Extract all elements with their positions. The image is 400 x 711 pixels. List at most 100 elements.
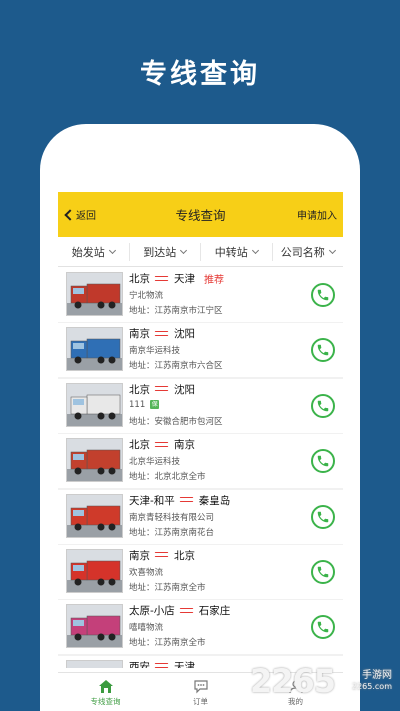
destination-city: 南京 [174, 439, 195, 452]
bidirectional-arrow-icon [154, 275, 170, 283]
origin-city: 南京 [129, 549, 150, 562]
company-name: 宁北物流 [129, 289, 163, 301]
call-button[interactable] [311, 504, 335, 529]
company-name: 嘻嘻物流 [129, 621, 163, 633]
route-text: 南京 北京 [129, 548, 195, 563]
route-list-item[interactable]: 南京 沈阳 南京华运科技 地址：江苏南京市六合区 [58, 323, 343, 378]
back-button[interactable]: 返回 [62, 207, 96, 222]
route-text: 太原-小店 石家庄 [129, 603, 230, 618]
tab-route-search[interactable]: 专线查询 [58, 673, 153, 711]
route-list-item[interactable]: 太原-小店 石家庄 嘻嘻物流 地址：江苏南京全市 [58, 600, 343, 655]
company-name: 北京华运科技 [129, 455, 180, 467]
bidirectional-arrow-icon [179, 496, 195, 504]
bidirectional-arrow-icon [154, 385, 170, 393]
watermark-number: 2265 [250, 662, 336, 700]
tab-orders[interactable]: 订单 [153, 673, 248, 711]
truck-thumbnail [66, 659, 123, 668]
route-list-item[interactable]: 北京 南京 北京华运科技 地址：北京北京全市 [58, 434, 343, 489]
filter-label: 公司名称 [280, 245, 325, 259]
route-list-item[interactable]: 天津-和平 秦皇岛 南京青轻科技有限公司 地址：江苏南京南花台 [58, 489, 343, 544]
truck-thumbnail [66, 327, 123, 372]
route-text: 西安 天津 [129, 659, 195, 668]
filter-destination[interactable]: 到达站 [130, 242, 201, 261]
address-text: 地址：江苏南京全市 [129, 582, 206, 593]
filter-label: 到达站 [143, 245, 177, 259]
tab-label: 专线查询 [90, 696, 121, 706]
route-text: 北京 沈阳 [129, 382, 195, 397]
bidirectional-arrow-icon [154, 441, 170, 449]
address-text: 地址：江苏南京市六合区 [129, 361, 223, 372]
phone-icon [317, 345, 329, 356]
truck-thumbnail [66, 493, 123, 538]
chevron-down-icon [180, 246, 188, 254]
apply-join-button[interactable]: 申请加入 [297, 207, 337, 222]
truck-image-icon [67, 660, 122, 668]
filter-company[interactable]: 公司名称 [273, 243, 344, 261]
address-text: 地址：安徽合肥市包河区 [129, 416, 223, 427]
truck-thumbnail [66, 272, 123, 316]
watermark-url: 2265.com [352, 682, 392, 691]
route-list-item[interactable]: 南京 北京 欢喜物流 地址：江苏南京全市 [58, 544, 343, 599]
tab-label: 订单 [193, 696, 208, 706]
filter-origin[interactable]: 始发站 [58, 242, 130, 261]
route-text: 南京 沈阳 [129, 326, 195, 341]
destination-city: 秦皇岛 [198, 494, 231, 507]
phone-icon [317, 622, 329, 633]
call-button[interactable] [311, 559, 335, 584]
filter-label: 始发站 [71, 245, 105, 259]
destination-city: 天津 [174, 660, 195, 668]
route-list[interactable]: 北京 天津 推荐 宁北物流 地址：江苏南京市江宁区 南京 沈阳 南京华运科技 地… [58, 268, 343, 668]
filter-transfer[interactable]: 中转站 [201, 242, 273, 261]
call-button[interactable] [311, 615, 335, 640]
phone-icon [317, 566, 329, 578]
call-button[interactable] [311, 283, 335, 307]
company-label: 北京华运科技 [129, 457, 181, 468]
truck-image-icon [67, 439, 122, 482]
watermark-logo: 2265 手游网 2265.com [250, 662, 400, 706]
chevron-left-icon [64, 208, 76, 221]
filter-label: 中转站 [214, 245, 248, 259]
call-button[interactable] [311, 393, 335, 418]
bidirectional-arrow-icon [179, 607, 195, 615]
origin-city: 北京 [129, 383, 150, 396]
call-button[interactable] [311, 449, 335, 474]
phone-icon [317, 455, 329, 467]
truck-image-icon [67, 605, 122, 648]
destination-city: 北京 [174, 549, 195, 562]
bidirectional-arrow-icon [154, 662, 170, 668]
address-text: 地址：江苏南京南花台 [129, 527, 215, 538]
filter-bar: 始发站 到达站 中转站 公司名称 [58, 237, 343, 267]
call-button[interactable] [311, 338, 335, 363]
company-name: 南京青轻科技有限公司 [129, 511, 214, 523]
route-list-item[interactable]: 北京 沈阳 111 保 地址：安徽合肥市包河区 [58, 378, 343, 433]
verified-badge: 保 [150, 400, 160, 410]
destination-city: 沈阳 [174, 328, 195, 341]
destination-city: 石家庄 [198, 605, 231, 618]
company-label: 欢喜物流 [129, 567, 164, 578]
address-text: 地址：北京北京全市 [129, 472, 206, 483]
phone-icon [317, 400, 329, 412]
origin-city: 北京 [129, 273, 150, 285]
bidirectional-arrow-icon [154, 330, 170, 338]
route-text: 北京 南京 [129, 437, 195, 452]
truck-thumbnail [66, 438, 123, 483]
company-name: 111 保 [129, 400, 160, 410]
truck-image-icon [67, 494, 122, 537]
chevron-down-icon [108, 246, 116, 254]
chevron-down-icon [328, 246, 336, 254]
nav-bar: 返回 专线查询 申请加入 [58, 192, 343, 237]
watermark-site: 手游网 [362, 670, 392, 681]
origin-city: 天津-和平 [129, 494, 175, 507]
origin-city: 南京 [129, 328, 150, 341]
chat-bubble-icon [193, 679, 208, 693]
company-name: 南京华运科技 [129, 344, 180, 356]
truck-image-icon [67, 549, 122, 592]
company-label: 宁北物流 [129, 291, 164, 301]
route-text: 北京 天津 推荐 [129, 271, 224, 286]
route-list-item[interactable]: 北京 天津 推荐 宁北物流 地址：江苏南京市江宁区 [58, 268, 343, 322]
truck-thumbnail [66, 548, 123, 593]
destination-city: 天津 [174, 273, 195, 285]
truck-image-icon [67, 383, 122, 426]
truck-thumbnail [66, 382, 123, 427]
address-text: 地址：江苏南京全市 [129, 638, 206, 649]
